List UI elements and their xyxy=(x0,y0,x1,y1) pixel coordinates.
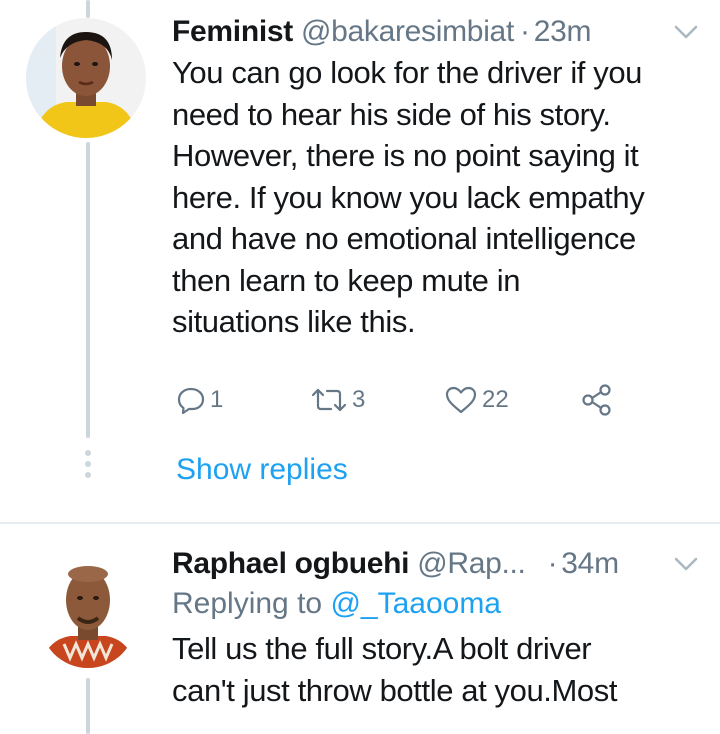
tweet-text-line: and have no emotional intelligence xyxy=(172,221,636,256)
retweet-icon xyxy=(311,388,347,412)
author-handle[interactable]: @bakaresimbiat xyxy=(301,12,514,52)
chevron-down-icon[interactable] xyxy=(672,554,700,574)
replying-to: Replying to @_Taaooma xyxy=(172,584,700,624)
share-icon xyxy=(582,384,611,416)
author-name[interactable]: Feminist xyxy=(172,12,293,52)
tweet-timestamp[interactable]: 34m xyxy=(561,544,619,584)
tweet-text-line: Tell us the full story.A bolt driver xyxy=(172,631,592,666)
tweet-text: You can go look for the driver if you ne… xyxy=(172,52,700,343)
like-button[interactable]: 22 xyxy=(444,382,509,418)
show-replies-link[interactable]: Show replies xyxy=(176,450,348,490)
reply-count: 1 xyxy=(210,386,224,413)
chevron-down-icon[interactable] xyxy=(672,22,700,42)
tweet-text-line: need to hear his side of his story. xyxy=(172,96,611,132)
tweet-feminist[interactable]: Feminist @bakaresimbiat · 23m You can go… xyxy=(172,12,700,343)
tweet-text-line: can't just throw bottle at you.Most xyxy=(172,672,618,708)
author-handle[interactable]: @Rap... xyxy=(417,544,526,584)
like-icon xyxy=(445,386,477,414)
replying-to-prefix: Replying to xyxy=(172,587,323,620)
tweet-text-line: However, there is no point saying it xyxy=(172,138,639,173)
thread-line-bottom xyxy=(86,678,90,734)
tweet-header: Feminist @bakaresimbiat · 23m xyxy=(172,12,700,52)
retweet-button[interactable]: 3 xyxy=(310,382,365,418)
retweet-count: 3 xyxy=(352,386,366,413)
reply-button[interactable]: 1 xyxy=(176,382,223,418)
replying-to-handle[interactable]: @_Taaooma xyxy=(330,587,501,620)
avatar-raphael[interactable] xyxy=(40,548,136,668)
share-button[interactable] xyxy=(580,382,614,418)
tweet-timestamp[interactable]: 23m xyxy=(534,12,592,52)
tweet-header: Raphael ogbuehi @Rap... · 34m xyxy=(172,544,700,584)
tweet-divider xyxy=(0,522,720,524)
tweet-text-line: here. If you know you lack empathy xyxy=(172,179,645,215)
header-separator: · xyxy=(519,15,530,48)
author-name[interactable]: Raphael ogbuehi xyxy=(172,544,409,584)
avatar-feminist[interactable] xyxy=(26,18,146,138)
header-separator: · xyxy=(547,547,558,580)
tweet-text-line: situations like this. xyxy=(172,304,416,339)
thread-gap-dots xyxy=(84,450,92,478)
tweet-text-line: then learn to keep mute in xyxy=(172,262,521,298)
tweet-text-line: You can go look for the driver if you xyxy=(172,55,643,90)
tweet-text: Tell us the full story.A bolt driver can… xyxy=(172,628,700,711)
like-count: 22 xyxy=(482,386,509,413)
tweet-raphael[interactable]: Raphael ogbuehi @Rap... · 34m Replying t… xyxy=(172,544,700,711)
thread-line-middle xyxy=(86,142,90,438)
reply-icon xyxy=(177,387,205,415)
thread-line-top xyxy=(86,0,90,18)
tweet-actions: 1 3 22 xyxy=(172,382,642,418)
